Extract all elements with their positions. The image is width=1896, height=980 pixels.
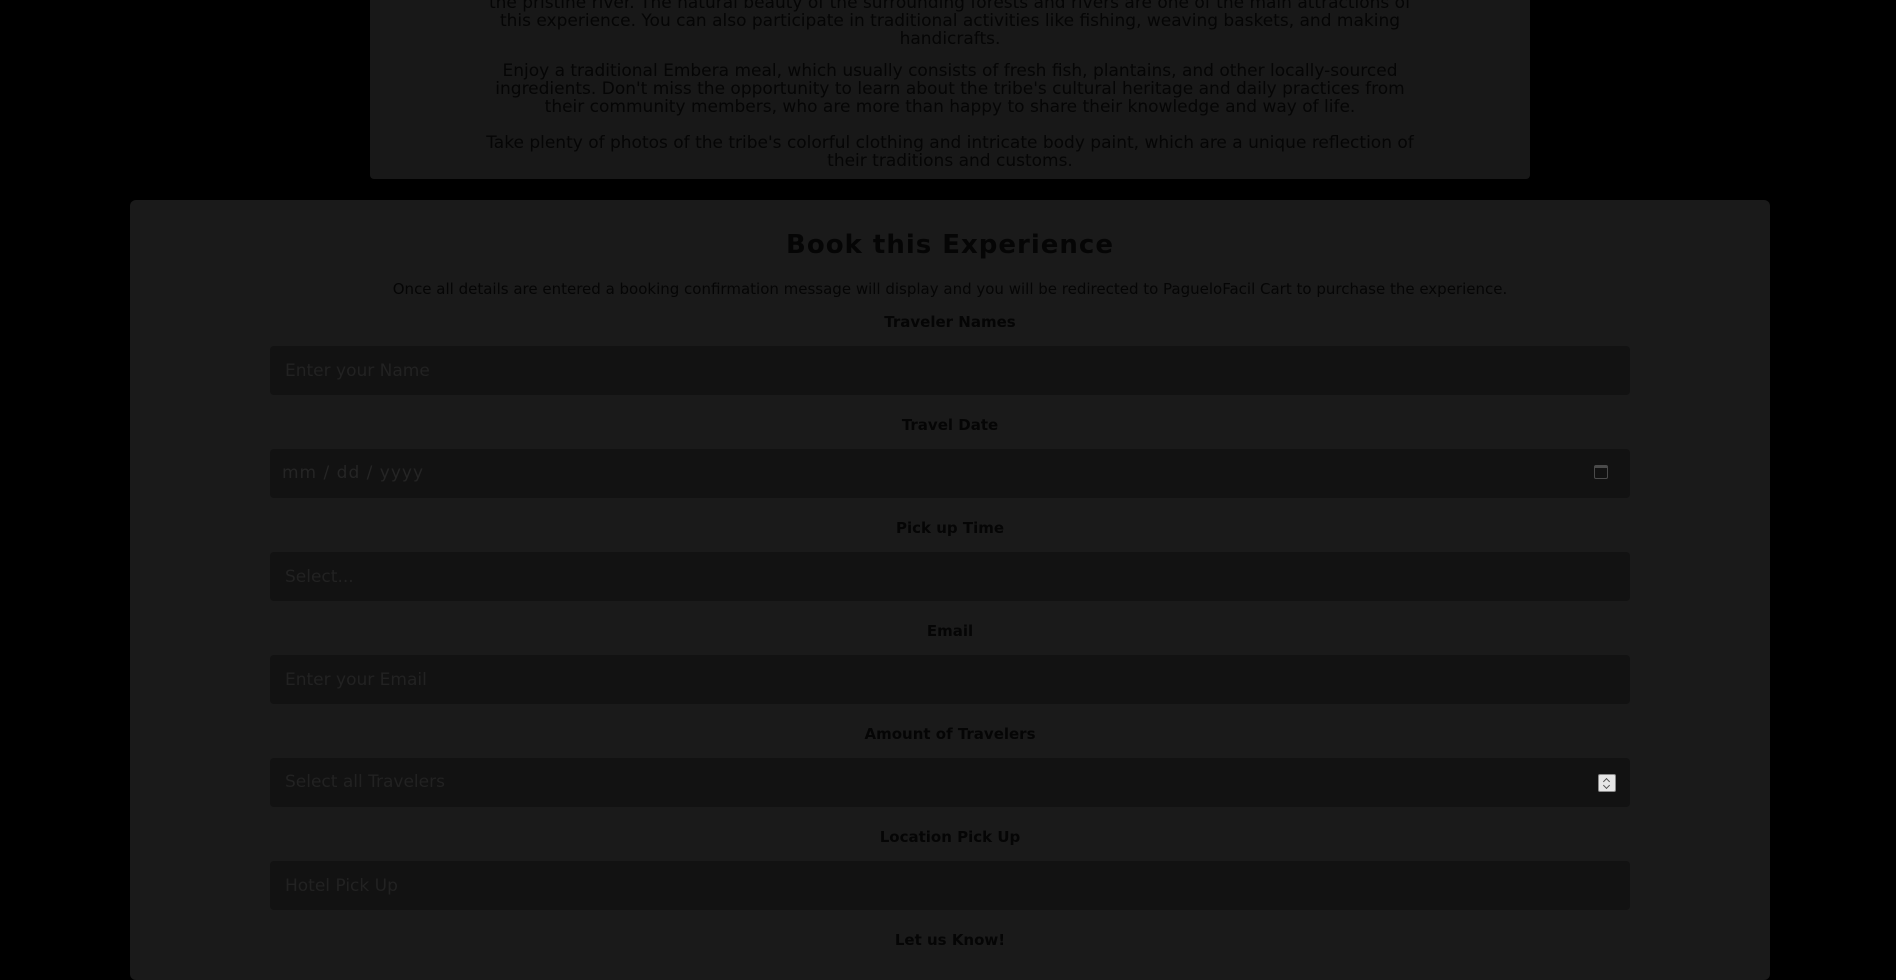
- amount-travelers-value: Select all Travelers: [285, 772, 445, 792]
- location-pickup-input[interactable]: [270, 861, 1630, 910]
- traveler-names-label: Traveler Names: [884, 313, 1016, 331]
- email-input[interactable]: [270, 655, 1630, 704]
- description-paragraph-1: the pristine river. The natural beauty o…: [485, 0, 1415, 48]
- description-paragraph-3: Take plenty of photos of the tribe's col…: [485, 134, 1415, 170]
- travel-date-label: Travel Date: [901, 416, 999, 434]
- let-us-know-label: Let us Know!: [894, 931, 1006, 949]
- description-text-2: Enjoy a traditional Embera meal, which u…: [495, 61, 1405, 117]
- amount-travelers-select[interactable]: Select all Travelers: [270, 758, 1630, 807]
- experience-description-card: the pristine river. The natural beauty o…: [370, 0, 1530, 179]
- description-paragraph-2: Enjoy a traditional Embera meal, which u…: [485, 62, 1415, 116]
- travel-date-value: mm / dd / yyyy: [282, 463, 425, 483]
- traveler-names-input[interactable]: [270, 346, 1630, 395]
- travel-date-input[interactable]: mm / dd / yyyy: [270, 449, 1630, 498]
- location-pickup-label: Location Pick Up: [879, 828, 1021, 846]
- description-text-1: the pristine river. The natural beauty o…: [488, 0, 1412, 49]
- booking-subtitle: Once all details are entered a booking c…: [392, 280, 1508, 298]
- amount-travelers-label: Amount of Travelers: [864, 725, 1036, 743]
- booking-form: Book this Experience Once all details ar…: [130, 200, 1770, 980]
- pickup-time-label: Pick up Time: [895, 519, 1005, 537]
- booking-title: Book this Experience: [786, 230, 1114, 260]
- calendar-icon[interactable]: [1594, 465, 1608, 479]
- up-down-arrows-icon[interactable]: [1598, 774, 1616, 792]
- pickup-time-input[interactable]: [270, 552, 1630, 601]
- email-label: Email: [926, 622, 974, 640]
- description-text-3: Take plenty of photos of the tribe's col…: [486, 133, 1414, 171]
